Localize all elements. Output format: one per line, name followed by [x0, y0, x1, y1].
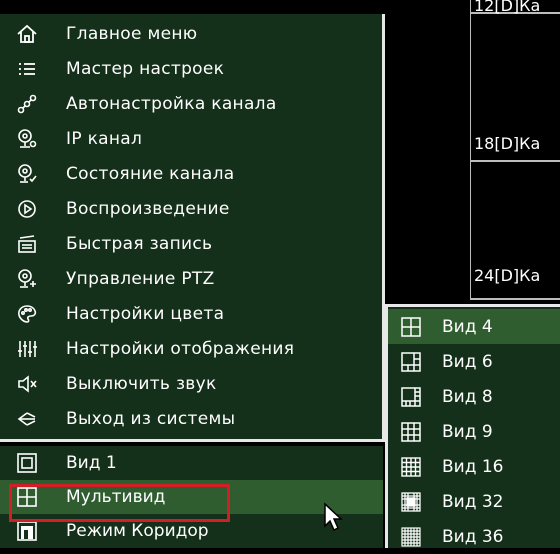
menu-item-ptz-control[interactable]: Управление PTZ — [0, 261, 380, 296]
menu-item-mute[interactable]: Выключить звук — [0, 366, 380, 401]
palette-icon — [16, 303, 38, 325]
grid-8-icon — [400, 386, 422, 408]
menu-item-label: IP канал — [66, 128, 143, 149]
logout-icon — [16, 408, 38, 430]
camera-label-18: 18[D]Ка — [474, 134, 541, 153]
grid-32-icon — [400, 491, 422, 513]
menu-item-logout[interactable]: Выход из системы — [0, 401, 380, 436]
menu-item-label: Автонастройка канала — [66, 93, 277, 114]
menu-item-label: Мастер настроек — [66, 58, 225, 79]
camera-label-24: 24[D]Ка — [474, 266, 541, 285]
menu-item-playback[interactable]: Воспроизведение — [0, 191, 380, 226]
menu-item-view-6[interactable]: Вид 6 — [388, 344, 560, 379]
equalizer-icon — [16, 338, 38, 360]
menu-item-quick-record[interactable]: Быстрая запись — [0, 226, 380, 261]
menu-item-label: Вид 9 — [442, 421, 493, 442]
grid-9-icon — [400, 421, 422, 443]
multiview-highlight-box — [9, 484, 230, 522]
playback-icon — [16, 198, 38, 220]
menu-item-label: Вид 6 — [442, 351, 493, 372]
menu-item-display-settings[interactable]: Настройки отображения — [0, 331, 380, 366]
menu-item-view-1[interactable]: Вид 1 — [0, 446, 383, 480]
grid-divider — [470, 0, 471, 300]
grid-row-line — [470, 160, 560, 162]
menu-item-label: Быстрая запись — [66, 233, 213, 254]
menu-item-label: Настройки цвета — [66, 303, 225, 324]
grid-row-line — [470, 298, 560, 300]
menu-item-main-menu[interactable]: Главное меню — [0, 16, 380, 51]
menu-item-label: Вид 4 — [442, 316, 493, 337]
grid-6-icon — [400, 351, 422, 373]
quick-record-icon — [16, 233, 38, 255]
corridor-icon — [16, 520, 38, 542]
menu-item-label: Вид 1 — [66, 453, 117, 473]
menu-item-view-9[interactable]: Вид 9 — [388, 414, 560, 449]
grid-36-icon — [400, 526, 422, 548]
channel-status-icon — [16, 163, 38, 185]
camera-label-12: 12[D]Ка — [474, 0, 541, 15]
menu-item-view-32[interactable]: Вид 32 — [388, 484, 560, 519]
menu-item-channel-status[interactable]: Состояние канала — [0, 156, 380, 191]
menu-item-label: Состояние канала — [66, 163, 235, 184]
menu-item-label: Вид 16 — [442, 456, 504, 477]
menu-item-label: Управление PTZ — [66, 268, 215, 289]
menu-item-label: Выключить звук — [66, 373, 217, 394]
menu-item-channel-autoconfig[interactable]: Автонастройка канала — [0, 86, 380, 121]
menu-item-view-16[interactable]: Вид 16 — [388, 449, 560, 484]
channel-autoconfig-icon — [16, 93, 38, 115]
menu-item-label: Настройки отображения — [66, 338, 295, 359]
mouse-cursor-icon — [323, 502, 345, 532]
ip-camera-icon — [16, 128, 38, 150]
menu-item-view-36[interactable]: Вид 36 — [388, 519, 560, 554]
menu-item-view-4[interactable]: Вид 4 — [388, 309, 560, 344]
main-context-menu: Главное меню Мастер настроек Автонастрой… — [0, 14, 385, 442]
menu-item-setup-wizard[interactable]: Мастер настроек — [0, 51, 380, 86]
grid-16-icon — [400, 456, 422, 478]
menu-item-label: Режим Коридор — [66, 521, 209, 541]
menu-item-label: Вид 32 — [442, 491, 504, 512]
home-icon — [16, 23, 38, 45]
menu-item-label: Вид 36 — [442, 526, 504, 547]
menu-item-color-settings[interactable]: Настройки цвета — [0, 296, 380, 331]
menu-item-view-8[interactable]: Вид 8 — [388, 379, 560, 414]
menu-item-label: Воспроизведение — [66, 198, 230, 219]
menu-item-ip-channel[interactable]: IP канал — [0, 121, 380, 156]
mute-icon — [16, 373, 38, 395]
single-view-icon — [16, 452, 38, 474]
grid-4-icon — [400, 316, 422, 338]
menu-item-label: Вид 8 — [442, 386, 493, 407]
ptz-icon — [16, 268, 38, 290]
menu-item-label: Главное меню — [66, 23, 198, 44]
list-icon — [16, 58, 38, 80]
menu-item-label: Выход из системы — [66, 408, 236, 429]
multiview-submenu: Вид 4 Вид 6 Вид 8 Вид 9 Вид 16 Вид 32 Ви… — [385, 304, 560, 548]
